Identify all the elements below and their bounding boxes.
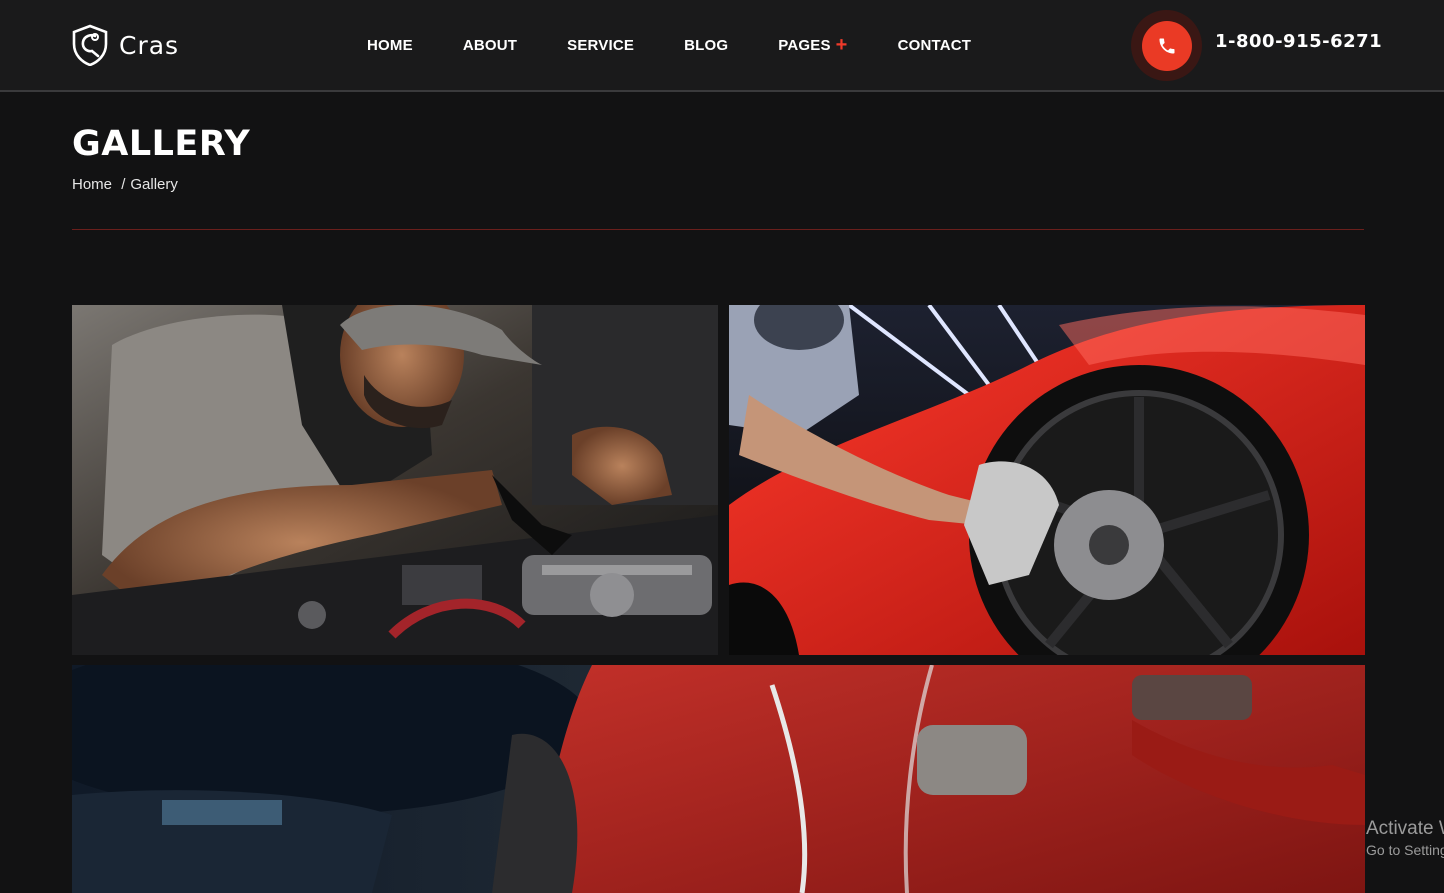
main-nav: HOME ABOUT SERVICE BLOG PAGES + CONTACT — [342, 0, 996, 90]
gallery-image-mechanic-engine[interactable] — [72, 305, 718, 655]
nav-item-pages[interactable]: PAGES + — [753, 33, 872, 56]
phone-icon — [1159, 38, 1174, 53]
breadcrumb-current: Gallery — [130, 176, 178, 193]
nav-item-about[interactable]: ABOUT — [438, 37, 542, 54]
breadcrumb: Home / Gallery — [72, 176, 178, 193]
watermark-line1: Activate Windows — [1366, 818, 1444, 839]
logo[interactable]: Cras — [71, 24, 179, 66]
plus-icon: + — [835, 33, 848, 56]
nav-item-label: ABOUT — [462, 36, 518, 54]
logo-text: Cras — [119, 30, 180, 60]
nav-item-label: CONTACT — [897, 36, 972, 54]
watermark-line2: Go to Settings to activate Windows. — [1366, 842, 1444, 858]
os-activation-watermark: Activate Windows Go to Settings to activ… — [1366, 818, 1444, 858]
nav-item-label: SERVICE — [567, 36, 635, 54]
shield-wrench-icon — [72, 24, 108, 66]
nav-item-blog[interactable]: BLOG — [659, 37, 753, 54]
nav-item-label: HOME — [367, 36, 413, 54]
nav-item-label: BLOG — [684, 36, 729, 54]
section-divider — [72, 229, 1364, 230]
nav-item-service[interactable]: SERVICE — [542, 37, 659, 54]
gallery-image-mechanic-red-jacket[interactable] — [72, 665, 1365, 893]
breadcrumb-home-link[interactable]: Home — [72, 176, 112, 193]
site-header: Cras HOME ABOUT SERVICE BLOG PAGES + CONT… — [0, 0, 1444, 92]
gallery-image-red-car-wheel[interactable] — [729, 305, 1365, 655]
nav-item-label: PAGES — [778, 36, 831, 54]
nav-item-home[interactable]: HOME — [342, 37, 438, 54]
breadcrumb-separator: / — [121, 176, 126, 193]
phone-number-link[interactable]: 1-800-915-6271 — [1215, 31, 1382, 52]
page-title: GALLERY — [72, 124, 251, 164]
nav-item-contact[interactable]: CONTACT — [873, 37, 997, 54]
phone-button-halo — [1131, 10, 1202, 81]
call-button[interactable] — [1141, 20, 1192, 71]
